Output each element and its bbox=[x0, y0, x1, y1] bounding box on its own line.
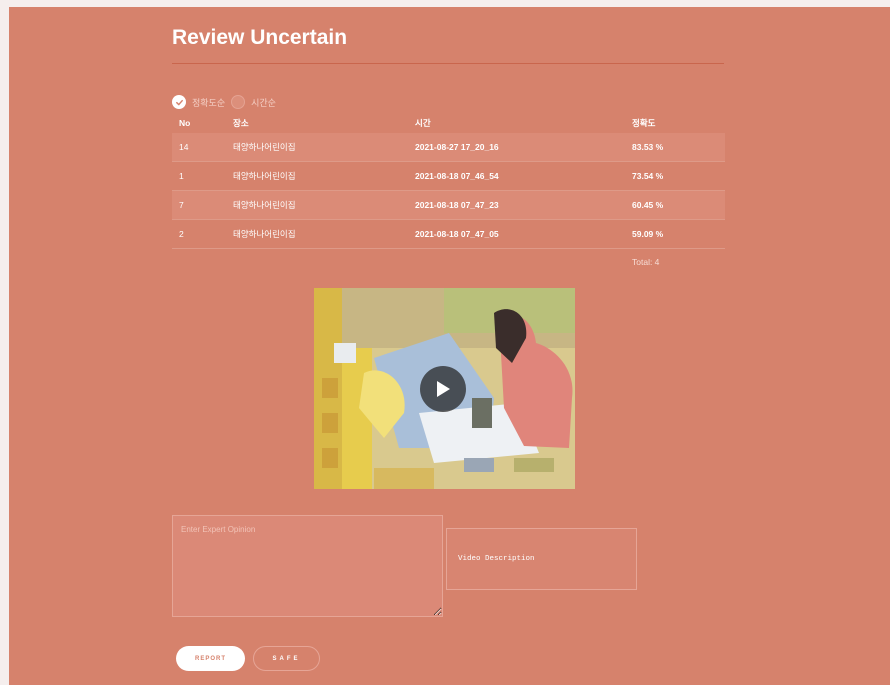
cell-time: 2021-08-18 07_46_54 bbox=[415, 171, 499, 181]
header-place: 장소 bbox=[233, 118, 249, 128]
header-time: 시간 bbox=[415, 118, 431, 128]
video-player[interactable] bbox=[314, 288, 575, 489]
results-table: No 장소 시간 정확도 14 태양하나어린이집 2021-08-27 17_2… bbox=[172, 113, 725, 249]
sort-options: 정확도순 시간순 bbox=[172, 94, 282, 110]
cell-place: 태양하나어린이집 bbox=[233, 229, 296, 239]
table-row[interactable]: 14 태양하나어린이집 2021-08-27 17_20_16 83.53 % bbox=[172, 133, 725, 162]
table-row[interactable]: 7 태양하나어린이집 2021-08-18 07_47_23 60.45 % bbox=[172, 191, 725, 220]
cell-time: 2021-08-18 07_47_05 bbox=[415, 229, 499, 239]
sort-option-accuracy[interactable]: 정확도순 bbox=[172, 95, 225, 109]
cell-place: 태양하나어린이집 bbox=[233, 171, 296, 181]
cell-no: 1 bbox=[179, 171, 184, 181]
sort-option-time[interactable]: 시간순 bbox=[231, 95, 276, 109]
video-description: Video Description bbox=[446, 528, 637, 590]
cell-time: 2021-08-27 17_20_16 bbox=[415, 142, 499, 152]
cell-no: 2 bbox=[179, 229, 184, 239]
check-icon[interactable] bbox=[172, 95, 186, 109]
cell-no: 7 bbox=[179, 200, 184, 210]
header-accuracy: 정확도 bbox=[632, 118, 656, 128]
cell-time: 2021-08-18 07_47_23 bbox=[415, 200, 499, 210]
report-button[interactable]: REPORT bbox=[176, 646, 245, 671]
header-no: No bbox=[179, 118, 191, 128]
total-count: Total: 4 bbox=[632, 257, 660, 267]
cell-accuracy: 60.45 % bbox=[632, 200, 664, 210]
safe-button[interactable]: SAFE bbox=[253, 646, 320, 671]
cell-accuracy: 59.09 % bbox=[632, 229, 664, 239]
cell-place: 태양하나어린이집 bbox=[233, 142, 296, 152]
sort-option-label: 정확도순 bbox=[192, 97, 226, 108]
video-description-label: Video Description bbox=[458, 555, 535, 563]
sort-option-label: 시간순 bbox=[251, 97, 276, 108]
cell-no: 14 bbox=[179, 142, 189, 152]
table-header: No 장소 시간 정확도 bbox=[172, 113, 725, 133]
cell-place: 태양하나어린이집 bbox=[233, 200, 296, 210]
title-divider bbox=[172, 63, 724, 64]
radio-empty-icon[interactable] bbox=[231, 95, 246, 109]
cell-accuracy: 73.54 % bbox=[632, 171, 664, 181]
play-icon[interactable] bbox=[420, 366, 466, 412]
expert-opinion-input[interactable] bbox=[172, 515, 443, 617]
page-title: Review Uncertain bbox=[172, 26, 348, 49]
cell-accuracy: 83.53 % bbox=[632, 142, 664, 152]
table-row[interactable]: 1 태양하나어린이집 2021-08-18 07_46_54 73.54 % bbox=[172, 162, 725, 191]
table-row[interactable]: 2 태양하나어린이집 2021-08-18 07_47_05 59.09 % bbox=[172, 220, 725, 249]
